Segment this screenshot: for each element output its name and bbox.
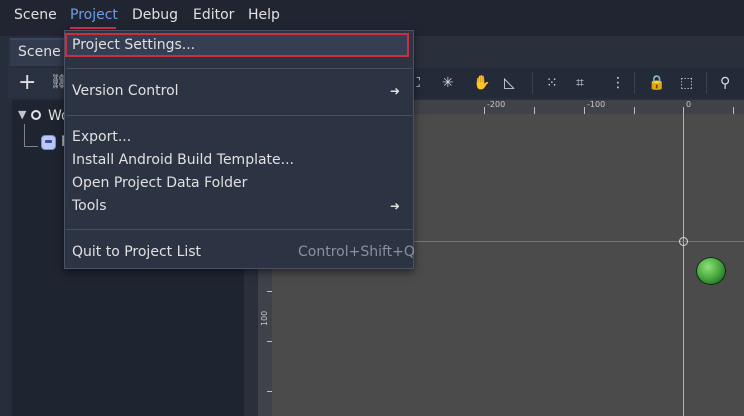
bush-sprite[interactable] [696, 257, 726, 285]
menu-editor[interactable]: Editor [191, 7, 236, 23]
pan-hand-icon[interactable]: ✋ [473, 75, 490, 91]
origin-marker [679, 237, 688, 246]
menu-item-tools[interactable]: Tools [72, 198, 107, 214]
kinematic-body-icon [41, 135, 56, 150]
ruler-label: -100 [587, 100, 606, 109]
chevron-down-icon[interactable]: ▼ [18, 108, 26, 121]
menu-item-export[interactable]: Export... [72, 129, 131, 145]
ruler-label: 100 [260, 310, 269, 326]
bone-icon[interactable]: ⚲ [720, 75, 730, 91]
menu-scene[interactable]: Scene [12, 7, 59, 23]
menu-help[interactable]: Help [246, 7, 282, 23]
ruler-icon[interactable]: ◺ [504, 75, 515, 91]
submenu-arrow-icon: ➜ [390, 84, 401, 98]
toolbar-separator [706, 72, 707, 94]
ruler-tick [484, 107, 485, 114]
menu-item-quit-to-project-list[interactable]: Quit to Project List [72, 244, 201, 260]
toolbar-separator [532, 72, 533, 94]
menu-item-install-android-template[interactable]: Install Android Build Template... [72, 152, 294, 168]
add-node-icon[interactable]: + [18, 72, 36, 94]
menu-item-project-settings[interactable]: Project Settings... [72, 37, 195, 53]
lock-icon[interactable]: 🔒 [648, 75, 665, 91]
menu-separator [66, 229, 412, 230]
ruler-tick [733, 107, 734, 114]
quit-shortcut-label: Control+Shift+Q [298, 244, 415, 260]
snap-icon[interactable]: ⁙ [546, 75, 558, 91]
toolbar-separator [634, 72, 635, 94]
menu-separator [66, 115, 412, 116]
tab-scene-label: Scene [18, 44, 61, 60]
ruler-label: 0 [686, 100, 692, 109]
tree-connector [24, 146, 38, 147]
ruler-tick [534, 107, 535, 114]
menu-bar: Scene Project Debug Editor Help [0, 0, 744, 32]
menu-item-open-data-folder[interactable]: Open Project Data Folder [72, 175, 247, 191]
menu-debug[interactable]: Debug [130, 7, 180, 23]
ruler-label: -200 [487, 100, 506, 109]
ruler-top [404, 100, 744, 114]
menu-project[interactable]: Project [68, 7, 120, 23]
more-options-icon[interactable]: ⋮ [611, 75, 625, 91]
pivot-icon[interactable]: ✳ [442, 75, 454, 91]
submenu-arrow-icon: ➜ [390, 199, 401, 213]
project-menu-dropdown [64, 30, 414, 269]
group-icon[interactable]: ⬚ [680, 75, 693, 91]
active-menu-underline [70, 27, 116, 29]
ruler-tick [683, 107, 684, 114]
tree-connector [24, 124, 25, 146]
tab-scene[interactable]: Scene [10, 38, 70, 66]
menu-item-version-control[interactable]: Version Control [72, 83, 179, 99]
ruler-tick [584, 107, 585, 114]
node2d-icon [31, 110, 41, 120]
ruler-tick [634, 107, 635, 114]
grid-snap-icon[interactable]: ⌗ [576, 75, 584, 91]
menu-separator [66, 68, 412, 69]
y-axis-line [683, 114, 684, 416]
